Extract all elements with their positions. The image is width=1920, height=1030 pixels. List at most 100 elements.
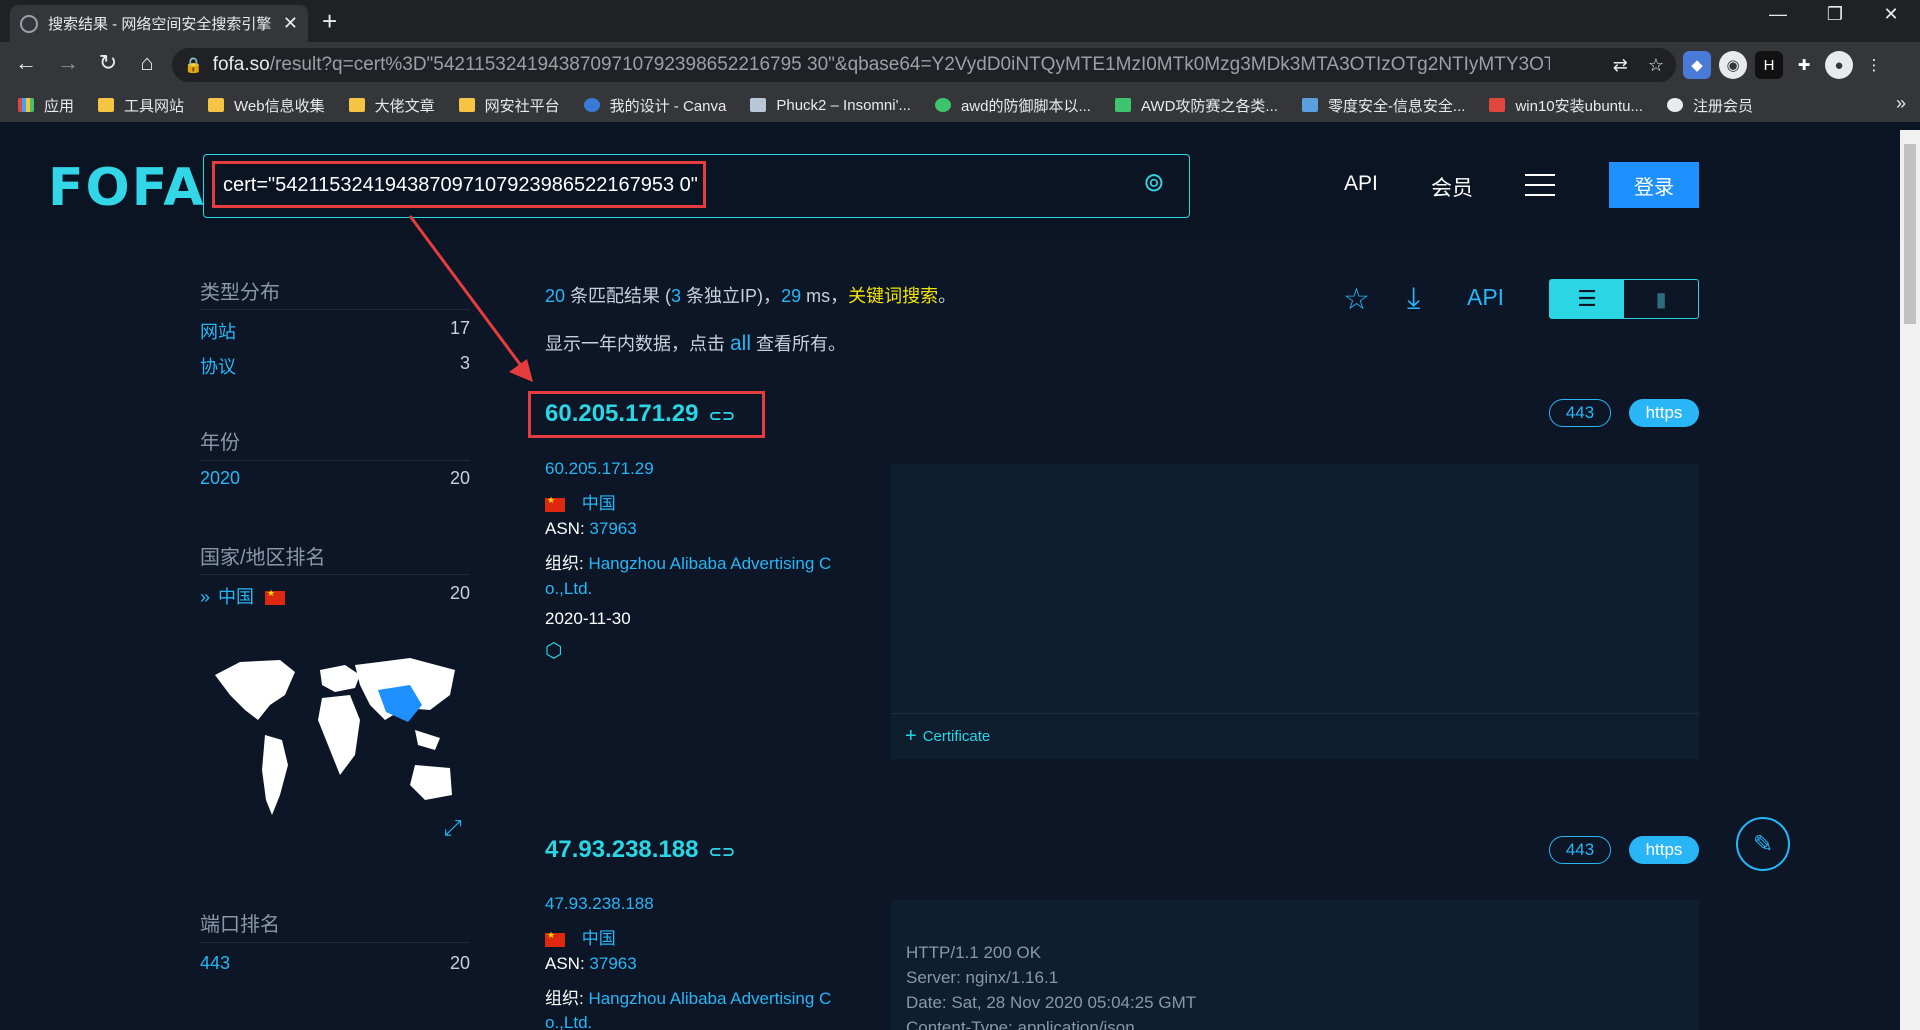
- port-badge[interactable]: 443: [1549, 399, 1611, 427]
- keyword-search-link[interactable]: 关键词搜索: [848, 286, 938, 306]
- certificate-toggle[interactable]: + Certificate: [891, 713, 1699, 759]
- back-icon[interactable]: ←: [10, 50, 42, 76]
- folder-icon: [348, 98, 365, 112]
- world-map[interactable]: [210, 650, 460, 850]
- nav-api[interactable]: API: [1344, 172, 1378, 196]
- api-button[interactable]: API: [1467, 284, 1504, 311]
- year-title: 年份: [200, 432, 240, 454]
- lock-icon: 🔒: [184, 57, 203, 74]
- puzzle-icon[interactable]: ✚: [1790, 51, 1818, 79]
- menu-dots-icon[interactable]: ⋮: [1860, 51, 1888, 79]
- asn-link[interactable]: 37963: [589, 954, 636, 973]
- bookmark-awd[interactable]: AWD攻防赛之各类...: [1114, 95, 1278, 116]
- site-icon: [934, 98, 951, 112]
- bookmarks-more-icon[interactable]: »: [1896, 93, 1906, 114]
- browser-tab[interactable]: 搜索结果 - 网络空间安全搜索引擎 ✕: [10, 5, 308, 42]
- reload-icon[interactable]: ↻: [92, 50, 124, 76]
- result-country[interactable]: 中国: [545, 924, 616, 949]
- apps-grid-icon: [18, 98, 34, 112]
- favorite-star-icon[interactable]: ☆: [1343, 282, 1370, 317]
- port-count: 20: [449, 953, 470, 973]
- result-ip-link[interactable]: 60.205.171.29 ⊂⊃: [545, 400, 735, 428]
- download-icon[interactable]: ⤓: [1407, 282, 1420, 316]
- year-item-2020[interactable]: 2020: [200, 468, 240, 489]
- minimize-icon[interactable]: —: [1755, 4, 1801, 25]
- bookmark-phuck2[interactable]: Phuck2 – Insomni'...: [750, 97, 911, 114]
- result-org: 组织: Hangzhou Alibaba Advertising C: [545, 554, 832, 573]
- login-button[interactable]: 登录: [1609, 162, 1699, 208]
- port-item-443[interactable]: 443: [200, 953, 230, 974]
- view-toggle: ☰ ▮: [1549, 279, 1699, 319]
- port-ranking-title: 端口排名: [200, 914, 280, 936]
- all-link[interactable]: all: [730, 332, 751, 355]
- bookmark-folder[interactable]: Web信息收集: [208, 95, 325, 116]
- bookmark-awd-script[interactable]: awd的防御脚本以...: [934, 95, 1091, 116]
- result-org-cont[interactable]: o.,Ltd.: [545, 579, 592, 599]
- plus-icon: +: [905, 725, 917, 747]
- china-flag-icon: [545, 495, 565, 512]
- result-banner-panel: [891, 464, 1699, 714]
- extension-icon[interactable]: ◆: [1683, 51, 1711, 79]
- org-link[interactable]: Hangzhou Alibaba Advertising C: [588, 554, 831, 573]
- address-bar[interactable]: 🔒 fofa.so /result?q=cert%3D"542115324194…: [172, 48, 1676, 82]
- result-host[interactable]: 60.205.171.29: [545, 459, 654, 479]
- fox-extension-icon[interactable]: ◉: [1719, 51, 1747, 79]
- bookmark-register[interactable]: 注册会员: [1667, 95, 1753, 116]
- expand-map-icon[interactable]: ⤢: [444, 815, 462, 841]
- restore-icon[interactable]: ❐: [1812, 4, 1858, 25]
- cube-icon[interactable]: ⬡: [545, 638, 562, 663]
- org-link[interactable]: Hangzhou Alibaba Advertising C: [588, 989, 831, 1008]
- type-count: 17: [449, 318, 470, 338]
- folder-icon: [98, 98, 115, 112]
- bookmarks-bar: 应用 工具网站 Web信息收集 大佬文章 网安社平台 我的设计 - Canva …: [0, 88, 1920, 122]
- port-badge[interactable]: 443: [1549, 836, 1611, 864]
- profile-icon[interactable]: ●: [1825, 51, 1853, 79]
- bookmark-apps[interactable]: 应用: [18, 95, 74, 116]
- hamburger-menu-icon[interactable]: [1525, 174, 1555, 204]
- chart-view-icon[interactable]: ▮: [1624, 280, 1698, 318]
- country-count: 20: [449, 583, 470, 603]
- window-close-icon[interactable]: ✕: [1868, 4, 1914, 25]
- type-item-website[interactable]: 网站: [200, 318, 236, 344]
- page-icon: [750, 98, 767, 112]
- result-org-cont[interactable]: o.,Ltd.: [545, 1013, 592, 1030]
- edit-feedback-icon[interactable]: ✎: [1736, 817, 1790, 871]
- home-icon[interactable]: ⌂: [131, 50, 163, 76]
- hackbar-extension-icon[interactable]: H: [1755, 51, 1783, 79]
- protocol-badge[interactable]: https: [1629, 399, 1699, 427]
- bookmark-star-icon[interactable]: ☆: [1648, 55, 1664, 76]
- list-view-icon[interactable]: ☰: [1550, 280, 1624, 318]
- globe-icon: [1667, 98, 1684, 112]
- result-ip-link[interactable]: 47.93.238.188 ⊂⊃: [545, 836, 735, 864]
- bookmark-folder[interactable]: 大佬文章: [348, 95, 435, 116]
- result-range-note: 显示一年内数据，点击 all 查看所有。: [545, 332, 847, 355]
- country-ranking-title: 国家/地区排名: [200, 547, 326, 569]
- bookmark-canva[interactable]: 我的设计 - Canva: [583, 95, 726, 116]
- search-icon[interactable]: ⊚: [1143, 167, 1165, 198]
- url-path: /result?q=cert%3D"5421153241943870971079…: [269, 54, 1550, 75]
- link-icon[interactable]: ⊂⊃: [708, 408, 735, 425]
- page-scrollbar[interactable]: [1900, 130, 1920, 1030]
- nav-member[interactable]: 会员: [1431, 172, 1473, 202]
- result-country[interactable]: 中国: [545, 489, 616, 514]
- folder-icon: [208, 98, 225, 112]
- new-tab-icon[interactable]: +: [322, 6, 337, 37]
- country-item-china[interactable]: » 中国: [200, 583, 286, 609]
- bookmark-folder[interactable]: 网安社平台: [458, 95, 560, 116]
- bookmark-win10-ubuntu[interactable]: win10安装ubuntu...: [1489, 95, 1643, 116]
- bookmark-folder[interactable]: 工具网站: [98, 95, 184, 116]
- fofa-logo[interactable]: FOFA: [48, 158, 206, 218]
- bookmark-zero-security[interactable]: 零度安全-信息安全...: [1301, 95, 1465, 116]
- protocol-badge[interactable]: https: [1629, 836, 1699, 864]
- close-tab-icon[interactable]: ✕: [283, 13, 298, 34]
- search-query-text[interactable]: cert="5421153241943870971079239865221679…: [212, 161, 706, 208]
- type-item-protocol[interactable]: 协议: [200, 353, 236, 379]
- result-host[interactable]: 47.93.238.188: [545, 894, 654, 914]
- asn-link[interactable]: 37963: [589, 519, 636, 538]
- link-icon[interactable]: ⊂⊃: [708, 844, 735, 861]
- forward-icon[interactable]: →: [52, 50, 84, 76]
- result-asn: ASN: 37963: [545, 519, 637, 538]
- result-org: 组织: Hangzhou Alibaba Advertising C: [545, 989, 832, 1008]
- translate-icon[interactable]: ⇄: [1613, 55, 1628, 76]
- scrollbar-thumb[interactable]: [1904, 144, 1916, 324]
